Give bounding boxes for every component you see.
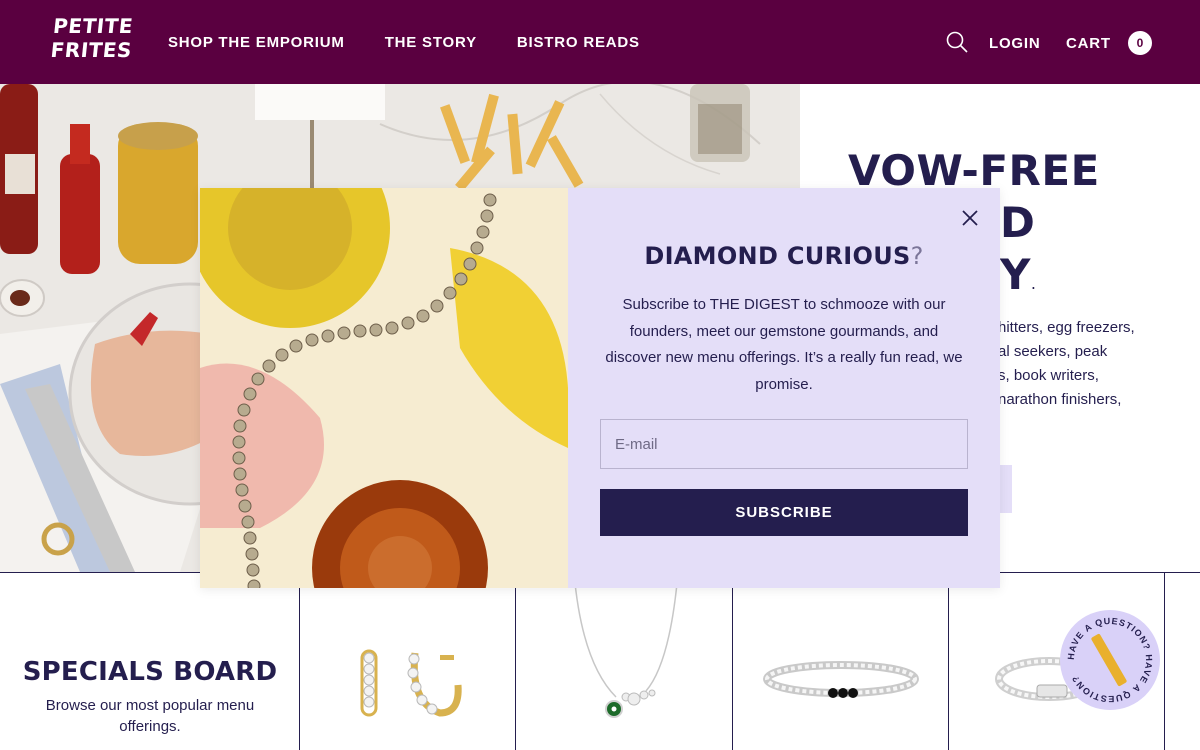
logo-line-1: PETITE bbox=[52, 14, 135, 38]
main-nav: SHOP THE EMPORIUM THE STORY BISTRO READS bbox=[168, 34, 680, 51]
brand-logo[interactable]: PETITE FRITES bbox=[49, 14, 134, 62]
hero-desc-line: s, book writers, bbox=[998, 367, 1099, 384]
page: PETITE FRITES SHOP THE EMPORIUM THE STOR… bbox=[0, 0, 1200, 750]
cart-link[interactable]: CART bbox=[1066, 35, 1111, 52]
site-header: PETITE FRITES SHOP THE EMPORIUM THE STOR… bbox=[0, 0, 1200, 84]
product-card-bracelet-black[interactable] bbox=[733, 573, 949, 750]
have-a-question-badge[interactable]: HAVE A QUESTION? HAVE A QUESTION? bbox=[1060, 610, 1160, 710]
nav-the-story[interactable]: THE STORY bbox=[385, 34, 477, 51]
hero-description: hitters, egg freezers, al seekers, peak … bbox=[998, 316, 1168, 412]
email-field[interactable] bbox=[600, 419, 968, 469]
hero-title-line-2: D bbox=[1000, 198, 1036, 247]
necklace-image bbox=[573, 572, 679, 718]
specials-board: SPECIALS BOARD Browse our most popular m… bbox=[0, 573, 300, 750]
hero-title-line-3-text: Y bbox=[1000, 250, 1031, 299]
newsletter-modal: DIAMOND CURIOUS? Subscribe to THE DIGEST… bbox=[200, 188, 1000, 588]
modal-title-mark: ? bbox=[910, 242, 924, 270]
modal-title-text: DIAMOND CURIOUS bbox=[644, 242, 911, 270]
modal-title: DIAMOND CURIOUS? bbox=[568, 242, 1000, 270]
hero-desc-line: narathon finishers, bbox=[998, 391, 1122, 408]
hero-title-period: . bbox=[1030, 274, 1037, 293]
modal-description: Subscribe to THE DIGEST to schmooze with… bbox=[605, 296, 963, 393]
close-icon[interactable] bbox=[960, 208, 980, 228]
search-icon[interactable] bbox=[946, 31, 968, 53]
earrings-image bbox=[360, 649, 462, 717]
nav-shop-the-emporium[interactable]: SHOP THE EMPORIUM bbox=[168, 34, 345, 51]
specials-title: SPECIALS BOARD bbox=[22, 657, 278, 687]
specials-section: SPECIALS BOARD Browse our most popular m… bbox=[0, 572, 1200, 750]
specials-subtitle: Browse our most popular menu offerings. bbox=[45, 697, 255, 735]
hero-desc-line: hitters, egg freezers, bbox=[998, 319, 1135, 336]
hero-cta-button[interactable] bbox=[998, 465, 1012, 513]
product-card-necklace[interactable] bbox=[516, 572, 733, 750]
nav-bistro-reads[interactable]: BISTRO READS bbox=[517, 34, 640, 51]
cart-count-badge[interactable]: 0 bbox=[1128, 31, 1152, 55]
modal-image bbox=[200, 188, 568, 588]
logo-line-2: FRITES bbox=[49, 38, 134, 62]
modal-content: DIAMOND CURIOUS? Subscribe to THE DIGEST… bbox=[568, 188, 1000, 588]
product-card-earrings[interactable] bbox=[300, 573, 516, 750]
login-link[interactable]: LOGIN bbox=[989, 35, 1041, 52]
subscribe-button[interactable]: SUBSCRIBE bbox=[600, 489, 968, 536]
bracelet-black-image bbox=[763, 661, 919, 698]
hero-title-line-3: Y. bbox=[1000, 249, 1037, 310]
hero-desc-line: al seekers, peak bbox=[998, 343, 1108, 360]
fry-icon: HAVE A QUESTION? HAVE A QUESTION? bbox=[1066, 616, 1153, 704]
